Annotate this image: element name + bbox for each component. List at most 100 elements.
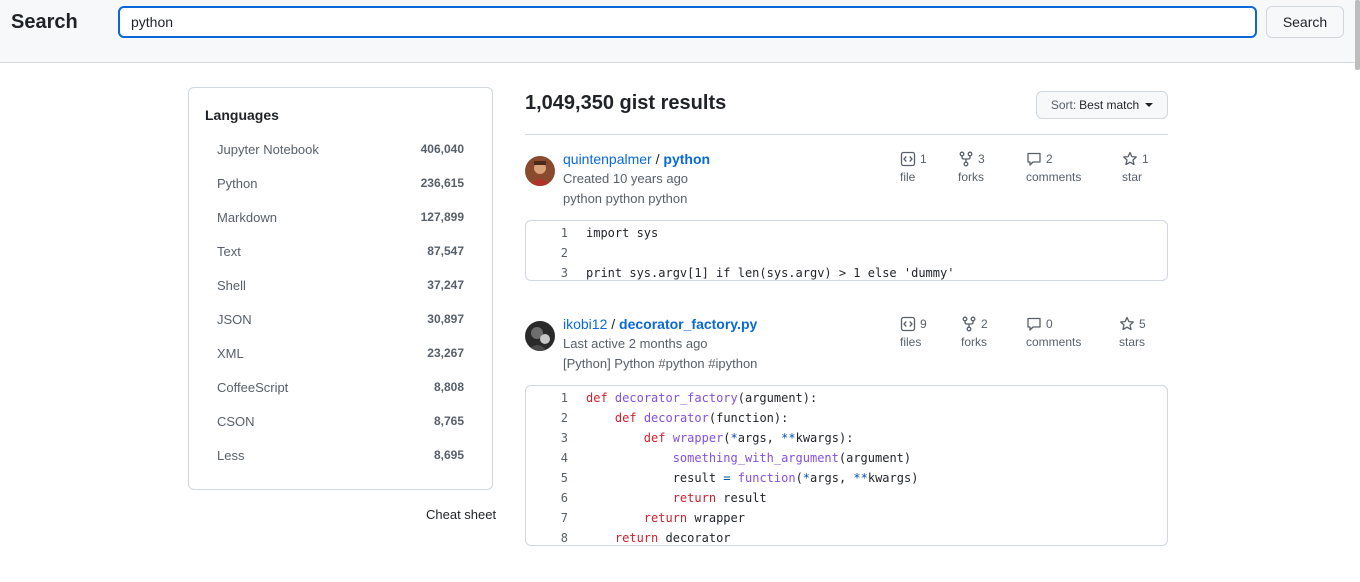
language-count: 236,615 xyxy=(420,176,464,190)
language-filter-item[interactable]: JSON 30,897 xyxy=(189,302,492,336)
gist-owner-link[interactable]: ikobi12 xyxy=(563,316,607,332)
gist-name-link[interactable]: python xyxy=(663,151,710,167)
language-name: CSON xyxy=(217,413,255,429)
line-number: 1 xyxy=(560,391,568,405)
code-line: 1 def decorator_factory(argument): xyxy=(526,388,1167,408)
language-name: Markdown xyxy=(217,209,277,225)
code-square-icon xyxy=(900,316,916,332)
stars-stat[interactable]: 1 star xyxy=(1122,150,1149,186)
code-line: 3 def wrapper(*args, **kwargs): xyxy=(526,428,1167,448)
code-preview[interactable]: 1 def decorator_factory(argument): 2 def d… xyxy=(525,385,1168,546)
forks-count: 2 xyxy=(981,317,988,331)
scrollbar[interactable] xyxy=(1355,0,1360,70)
line-number: 2 xyxy=(560,411,568,425)
title-separator: / xyxy=(611,316,616,332)
language-filter-item[interactable]: XML 23,267 xyxy=(189,336,492,370)
language-name: Python xyxy=(217,175,258,191)
code-text: def wrapper(*args, **kwargs): xyxy=(643,431,854,445)
languages-heading: Languages xyxy=(205,107,279,123)
avatar-icon xyxy=(525,156,555,186)
line-number: 3 xyxy=(560,431,568,445)
language-name: Shell xyxy=(217,277,246,293)
comment-icon xyxy=(1027,152,1041,166)
star-icon xyxy=(1123,151,1137,166)
sort-label: Sort: xyxy=(1050,98,1077,112)
forks-label: forks xyxy=(958,170,985,184)
comments-stat[interactable]: 0 comments xyxy=(1026,315,1081,351)
results-count: 1,049,350 gist results xyxy=(525,92,727,114)
comments-label: comments xyxy=(1026,170,1082,184)
page-title: Search xyxy=(11,11,78,33)
languages-panel: Languages Jupyter Notebook 406,040 Python… xyxy=(188,87,493,490)
code-text: import sys xyxy=(586,226,659,240)
gist-description: python python python xyxy=(563,191,688,206)
line-number: 2 xyxy=(560,246,568,260)
language-filter-item[interactable]: Markdown 127,899 xyxy=(189,200,492,234)
cheat-sheet-link[interactable]: Cheat sheet xyxy=(426,507,496,522)
line-number: 3 xyxy=(560,266,568,280)
gist-timestamp: Created 10 years ago xyxy=(563,171,689,186)
forks-label: forks xyxy=(961,335,988,349)
languages-list: Jupyter Notebook 406,040 Python 236,615 Ma… xyxy=(189,132,492,472)
stars-count: 1 xyxy=(1142,152,1149,166)
language-name: Jupyter Notebook xyxy=(217,141,319,157)
language-count: 8,695 xyxy=(433,448,464,462)
search-button[interactable]: Search xyxy=(1266,6,1344,38)
files-stat[interactable]: 9 files xyxy=(900,315,927,351)
code-text: def decorator(function): xyxy=(614,411,789,425)
language-filter-item[interactable]: CSON 8,765 xyxy=(189,404,492,438)
language-filter-item[interactable]: Less 8,695 xyxy=(189,438,492,472)
language-count: 23,267 xyxy=(427,346,464,360)
stars-stat[interactable]: 5 stars xyxy=(1119,315,1146,351)
code-preview[interactable]: 1 import sys 2 3 print sys.argv[1] if len(… xyxy=(525,220,1168,281)
language-count: 406,040 xyxy=(420,142,464,156)
line-number: 5 xyxy=(560,471,568,485)
forks-stat[interactable]: 2 forks xyxy=(961,315,988,351)
avatar[interactable] xyxy=(525,321,555,351)
code-line: 4 something_with_argument(argument) xyxy=(526,448,1167,468)
code-square-icon xyxy=(900,151,916,167)
code-text: print sys.argv[1] if len(sys.argv) > 1 e… xyxy=(586,266,955,280)
language-filter-item[interactable]: Jupyter Notebook 406,040 xyxy=(189,132,492,166)
gist-name-link[interactable]: decorator_factory.py xyxy=(619,316,757,332)
code-line: 8 return decorator xyxy=(526,528,1167,548)
files-label: file xyxy=(900,170,916,184)
code-text: return wrapper xyxy=(643,511,745,525)
avatar-icon xyxy=(525,321,555,351)
line-number: 1 xyxy=(560,226,568,240)
language-name: Text xyxy=(217,243,241,259)
files-stat[interactable]: 1 file xyxy=(900,150,927,186)
gist-owner-link[interactable]: quintenpalmer xyxy=(563,151,652,167)
language-filter-item[interactable]: CoffeeScript 8,808 xyxy=(189,370,492,404)
language-count: 8,765 xyxy=(433,414,464,428)
gist-title: ikobi12 / decorator_factory.py xyxy=(563,316,757,332)
language-count: 127,899 xyxy=(420,210,464,224)
gist-title: quintenpalmer / python xyxy=(563,151,710,167)
language-name: CoffeeScript xyxy=(217,379,289,395)
line-number: 6 xyxy=(560,491,568,505)
line-number: 4 xyxy=(560,451,568,465)
language-count: 8,808 xyxy=(433,380,464,394)
code-line: 2 xyxy=(526,243,1167,263)
language-name: Less xyxy=(217,447,245,463)
forks-stat[interactable]: 3 forks xyxy=(958,150,985,186)
comments-count: 2 xyxy=(1046,152,1053,166)
fork-icon xyxy=(959,151,973,167)
search-input[interactable] xyxy=(118,6,1257,38)
stars-label: star xyxy=(1122,170,1143,184)
comments-label: comments xyxy=(1026,335,1082,349)
star-icon xyxy=(1120,316,1134,331)
sort-dropdown[interactable]: Sort: Best match xyxy=(1036,91,1168,119)
language-filter-item[interactable]: Shell 37,247 xyxy=(189,268,492,302)
code-line: 7 return wrapper xyxy=(526,508,1167,528)
files-count: 9 xyxy=(920,317,927,331)
stars-label: stars xyxy=(1119,335,1146,349)
files-label: files xyxy=(900,335,922,349)
avatar[interactable] xyxy=(525,156,555,186)
language-filter-item[interactable]: Text 87,547 xyxy=(189,234,492,268)
language-filter-item[interactable]: Python 236,615 xyxy=(189,166,492,200)
code-line: 2 def decorator(function): xyxy=(526,408,1167,428)
comments-stat[interactable]: 2 comments xyxy=(1026,150,1081,186)
language-count: 87,547 xyxy=(427,244,464,258)
language-name: JSON xyxy=(217,311,252,327)
